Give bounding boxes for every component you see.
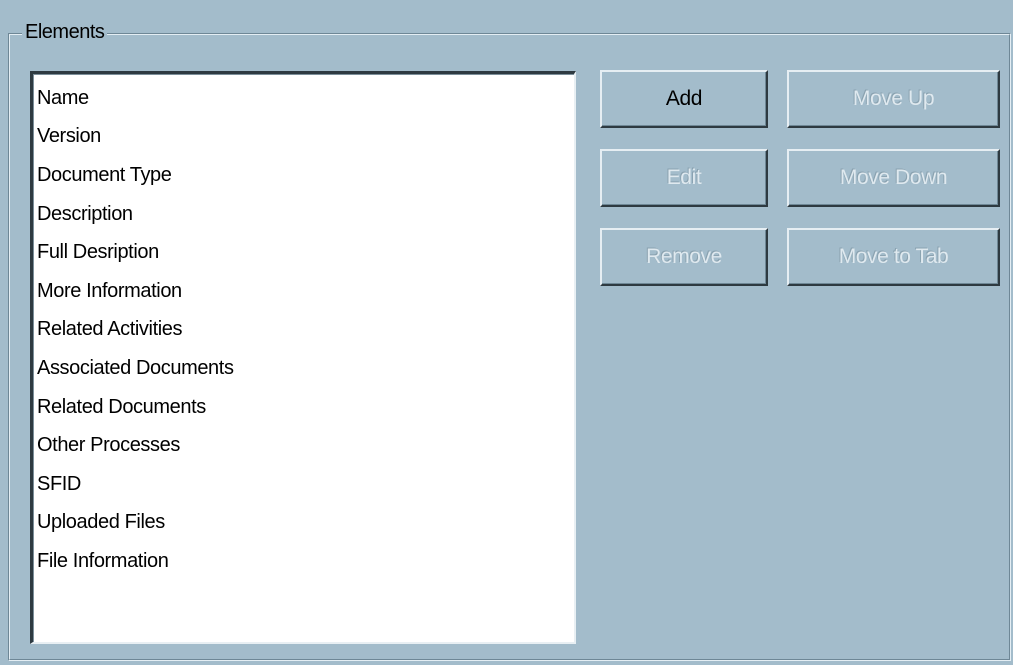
remove-button[interactable]: Remove (600, 228, 768, 286)
list-item[interactable]: Other Processes (37, 433, 180, 457)
list-item[interactable]: Related Activities (37, 317, 183, 341)
list-item[interactable]: Description (37, 202, 133, 226)
list-item[interactable]: Document Type (37, 163, 172, 187)
list-item[interactable]: Name (37, 86, 89, 110)
list-item[interactable]: More Information (37, 279, 182, 303)
elements-listbox[interactable]: Name Version Document Type Description F… (30, 71, 576, 644)
move-down-button[interactable]: Move Down (787, 149, 1000, 207)
list-item[interactable]: SFID (37, 472, 81, 496)
list-item[interactable]: Uploaded Files (37, 510, 165, 534)
list-item[interactable]: Full Desription (37, 240, 159, 264)
groupbox-title: Elements (22, 20, 108, 44)
edit-button[interactable]: Edit (600, 149, 768, 207)
list-item[interactable]: Associated Documents (37, 356, 234, 380)
move-up-button[interactable]: Move Up (787, 70, 1000, 128)
add-button[interactable]: Add (600, 70, 768, 128)
list-item[interactable]: File Information (37, 549, 169, 573)
list-item[interactable]: Related Documents (37, 395, 206, 419)
list-item[interactable]: Version (37, 124, 101, 148)
move-to-tab-button[interactable]: Move to Tab (787, 228, 1000, 286)
elements-dialog: Elements Name Version Document Type Desc… (0, 0, 1013, 665)
